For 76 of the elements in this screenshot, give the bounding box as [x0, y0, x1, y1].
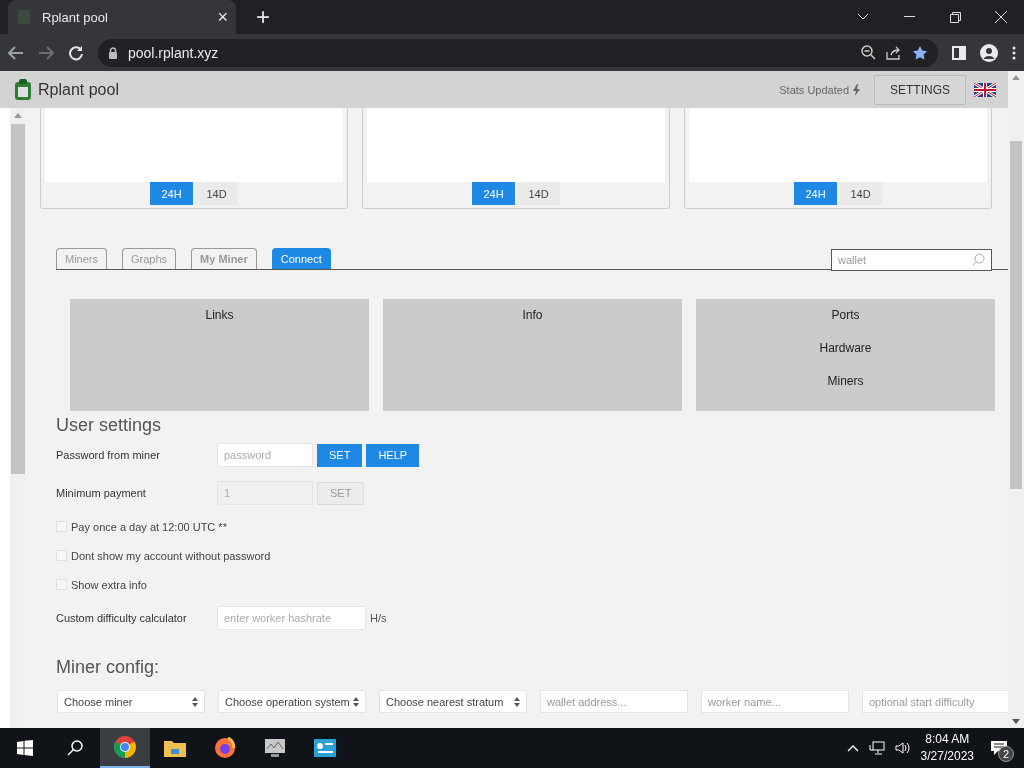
- pool-logo-icon: [14, 78, 32, 101]
- period-tab[interactable]: 24H: [794, 182, 837, 205]
- dropdown[interactable]: Choose nearest stratum: [379, 690, 527, 713]
- lock-icon: [108, 46, 118, 59]
- period-tab[interactable]: 14D: [195, 182, 238, 205]
- url-text: pool.rplant.xyz: [128, 44, 219, 61]
- sort-arrows-icon: [192, 696, 198, 707]
- stats-updated-label: Stats Updated: [779, 83, 849, 96]
- field-label: Minimum payment: [56, 487, 147, 499]
- checkbox-label[interactable]: Dont show my account without password: [71, 549, 271, 562]
- menu-icon[interactable]: [1012, 45, 1016, 60]
- chevron-up-icon[interactable]: [846, 744, 859, 752]
- section-heading: User settings: [56, 415, 163, 436]
- windows-start-icon[interactable]: [17, 740, 33, 756]
- input-field[interactable]: worker name...: [701, 690, 849, 713]
- panel-link[interactable]: Links: [205, 308, 234, 323]
- clock[interactable]: 8:04 AM 3/27/2023: [920, 731, 974, 765]
- zoom-out-icon[interactable]: [861, 45, 876, 60]
- input-field[interactable]: enter worker hashrate: [217, 606, 366, 630]
- address-bar[interactable]: pool.rplant.xyz: [98, 38, 938, 67]
- period-tab[interactable]: 14D: [517, 182, 560, 205]
- folder-icon[interactable]: [164, 739, 186, 757]
- page-tab[interactable]: Connect: [271, 248, 331, 269]
- checkbox-label[interactable]: Pay once a day at 12:00 UTC **: [71, 520, 227, 533]
- period-tab[interactable]: 24H: [150, 182, 193, 205]
- browser-tab[interactable]: Rplant pool ×: [8, 0, 236, 34]
- sort-arrows-icon: [353, 696, 359, 707]
- firefox-icon[interactable]: [214, 737, 236, 759]
- search-field[interactable]: wallet: [831, 249, 992, 271]
- panel-link[interactable]: Ports: [831, 308, 860, 323]
- scroll-down-icon[interactable]: [1012, 719, 1020, 724]
- back-icon[interactable]: [8, 45, 24, 60]
- panel-link[interactable]: Info: [522, 308, 543, 323]
- share-icon[interactable]: [886, 45, 902, 60]
- chevron-down-icon[interactable]: [857, 13, 869, 21]
- clock-date: 3/27/2023: [920, 748, 974, 765]
- input-field[interactable]: optional start difficulty: [862, 690, 1008, 713]
- dropdown[interactable]: Choose operation system: [218, 690, 366, 713]
- tab-title: Rplant pool: [42, 9, 109, 25]
- checkbox-label[interactable]: Show extra info: [71, 578, 147, 591]
- action-button[interactable]: HELP: [366, 443, 420, 467]
- profile-icon[interactable]: [980, 43, 998, 62]
- action-button[interactable]: SET: [317, 443, 363, 467]
- section-heading: Miner config:: [56, 657, 161, 678]
- reload-icon[interactable]: [68, 44, 84, 61]
- unit-label: H/s: [370, 612, 387, 624]
- lightning-icon: [853, 83, 860, 96]
- period-tab[interactable]: 14D: [839, 182, 882, 205]
- side-panel-icon[interactable]: [952, 45, 966, 60]
- input-field[interactable]: password: [217, 443, 313, 467]
- panel-link[interactable]: Hardware: [819, 341, 872, 356]
- network-icon[interactable]: [868, 741, 885, 755]
- search-icon[interactable]: [67, 740, 83, 756]
- chrome-icon[interactable]: [113, 735, 137, 759]
- control-panel-icon[interactable]: [314, 738, 336, 758]
- site-name[interactable]: Rplant pool: [38, 80, 119, 99]
- restore-icon[interactable]: [949, 11, 961, 23]
- field-label: Custom difficulty calculator: [56, 612, 188, 624]
- clock-time: 8:04 AM: [925, 731, 970, 748]
- dropdown[interactable]: Choose miner: [57, 690, 205, 713]
- input-field[interactable]: wallet address...: [540, 690, 688, 713]
- scrollbar[interactable]: [10, 108, 26, 728]
- close-icon[interactable]: [995, 11, 1007, 23]
- bookmark-star-icon[interactable]: [912, 44, 928, 61]
- close-tab-button[interactable]: ×: [217, 8, 228, 26]
- uk-flag-icon[interactable]: [974, 82, 996, 97]
- panel-link[interactable]: Miners: [827, 374, 864, 389]
- volume-icon[interactable]: [894, 741, 911, 755]
- new-tab-button[interactable]: +: [256, 5, 270, 29]
- settings-button[interactable]: SETTINGS: [874, 74, 966, 105]
- monitor-icon[interactable]: [264, 738, 286, 758]
- sort-arrows-icon: [514, 696, 520, 707]
- minimize-icon[interactable]: [903, 16, 915, 18]
- field-label: Password from miner: [56, 449, 161, 461]
- period-tab[interactable]: 24H: [472, 182, 515, 205]
- notification-count: 2: [998, 746, 1014, 762]
